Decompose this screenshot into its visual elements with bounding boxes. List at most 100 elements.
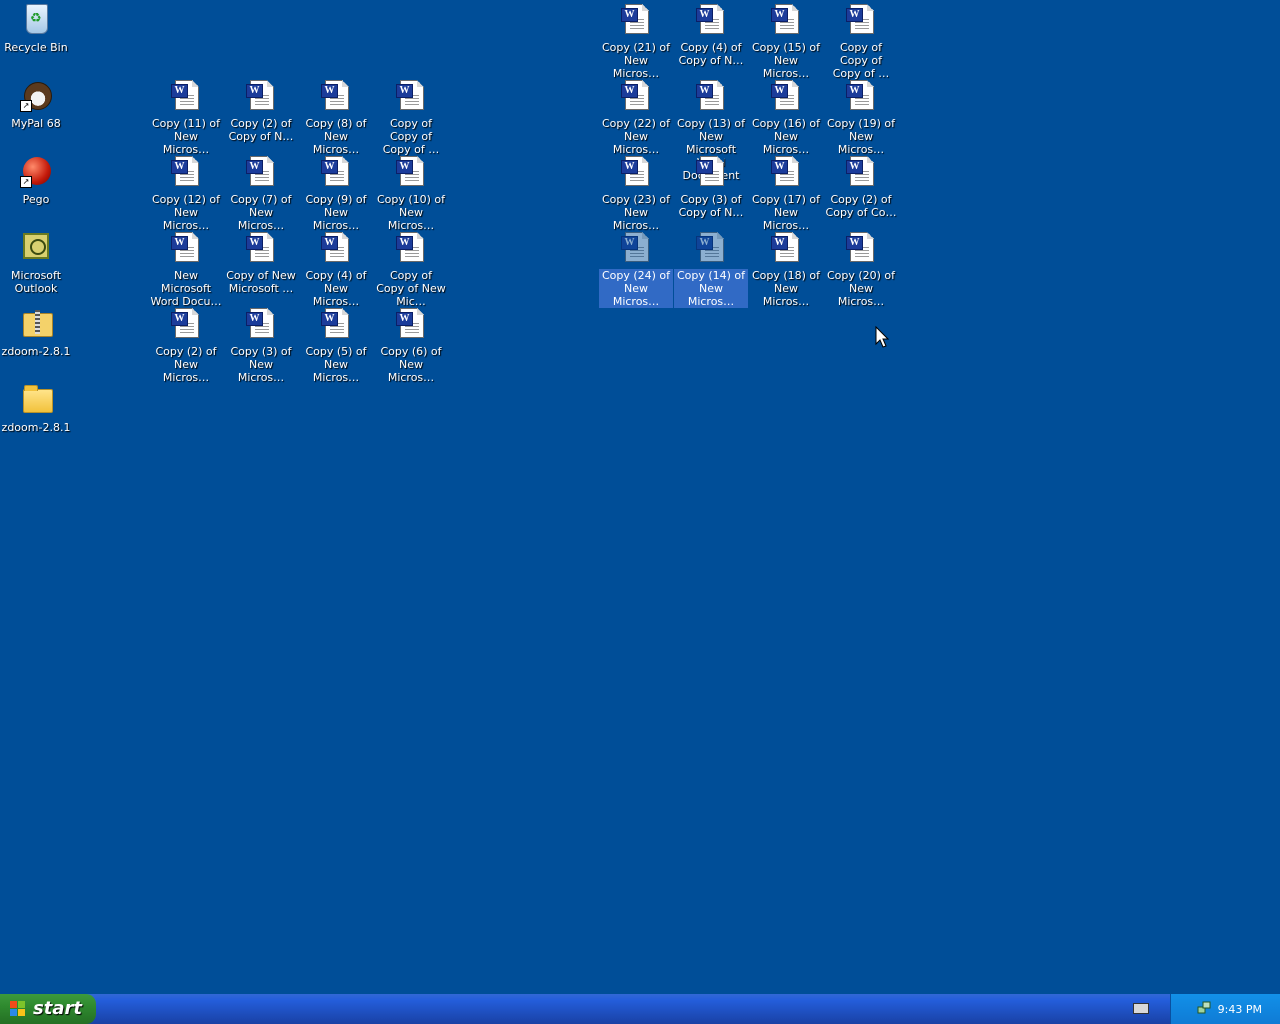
desktop-icon-pego[interactable]: ↗ Pego — [0, 154, 73, 206]
icon-label: Copy (24) of New Micros… — [599, 269, 673, 308]
word-doc-item[interactable]: W Copy (14) of New Micros… — [674, 230, 748, 308]
icon-label: Copy (11) of New Micros… — [151, 117, 221, 156]
word-doc-item[interactable]: W Copy (23) of New Micros… — [599, 154, 673, 232]
word-doc-item[interactable]: W Copy (15) of New Micros… — [749, 2, 823, 80]
icon-label: zdoom-2.8.1 — [1, 421, 71, 434]
word-doc-item[interactable]: W Copy (9) of New Micros… — [299, 154, 373, 232]
clock[interactable]: 9:43 PM — [1218, 1003, 1262, 1016]
word-document-icon: W — [770, 232, 802, 264]
word-document-icon: W — [320, 156, 352, 188]
word-document-icon: W — [170, 80, 202, 112]
word-doc-item[interactable]: W Copy (24) of New Micros… — [599, 230, 673, 308]
icon-label: Copy of New Microsoft … — [226, 269, 296, 295]
taskbar: start 9:43 PM — [0, 994, 1280, 1024]
icon-label: Copy (9) of New Micros… — [305, 193, 367, 232]
icon-label: Copy (6) of New Micros… — [380, 345, 442, 384]
recycle-bin-icon — [20, 4, 52, 36]
windows-flag-icon — [10, 1001, 26, 1017]
icon-label: Copy (5) of New Micros… — [305, 345, 367, 384]
word-doc-item[interactable]: W Copy (4) of Copy of N… — [674, 2, 748, 67]
word-document-icon: W — [620, 232, 652, 264]
word-document-icon: W — [620, 4, 652, 36]
word-doc-item[interactable]: W Copy (11) of New Micros… — [149, 78, 223, 156]
word-document-icon: W — [245, 232, 277, 264]
word-doc-item[interactable]: W Copy (3) of New Micros… — [224, 306, 298, 384]
icon-label: Copy (17) of New Micros… — [751, 193, 821, 232]
word-document-icon: W — [695, 232, 727, 264]
start-button[interactable]: start — [0, 994, 96, 1024]
word-doc-item[interactable]: W Copy (6) of New Micros… — [374, 306, 448, 384]
desktop-icon-recycle-bin[interactable]: Recycle Bin — [0, 2, 73, 54]
word-document-icon: W — [620, 80, 652, 112]
word-document-icon: W — [320, 308, 352, 340]
word-doc-item[interactable]: W Copy (19) of New Micros… — [824, 78, 898, 156]
word-document-icon: W — [245, 156, 277, 188]
word-document-icon: W — [770, 80, 802, 112]
word-doc-item[interactable]: W Copy (20) of New Micros… — [824, 230, 898, 308]
word-document-icon: W — [770, 156, 802, 188]
word-document-icon: W — [395, 232, 427, 264]
desktop-icon-zip-folder[interactable]: zdoom-2.8.1 — [0, 306, 73, 358]
word-doc-item[interactable]: W Copy (21) of New Micros… — [599, 2, 673, 80]
word-doc-item[interactable]: W Copy (2) of Copy of Co… — [824, 154, 898, 219]
word-doc-item[interactable]: W Copy (2) of Copy of N… — [224, 78, 298, 143]
icon-label: MyPal 68 — [11, 117, 61, 130]
word-doc-item[interactable]: W Copy (8) of New Micros… — [299, 78, 373, 156]
icon-label: Copy of Copy of New Mic… — [376, 269, 446, 308]
icon-label: Pego — [22, 193, 50, 206]
word-document-icon: W — [170, 232, 202, 264]
icon-label: Copy (2) of New Micros… — [155, 345, 217, 384]
word-doc-item[interactable]: W Copy of Copy of Copy of … — [824, 2, 898, 80]
icon-label: Copy (4) of Copy of N… — [678, 41, 744, 67]
word-doc-item[interactable]: W Copy (4) of New Micros… — [299, 230, 373, 308]
icon-label: Copy (23) of New Micros… — [601, 193, 671, 232]
icon-label: Copy (21) of New Micros… — [601, 41, 671, 80]
word-doc-item[interactable]: W Copy (5) of New Micros… — [299, 306, 373, 384]
icon-label: Copy (2) of Copy of Co… — [825, 193, 897, 219]
word-doc-item[interactable]: W Copy (3) of Copy of N… — [674, 154, 748, 219]
word-document-icon: W — [695, 80, 727, 112]
pego-icon: ↗ — [20, 156, 52, 188]
word-doc-item[interactable]: W Copy of Copy of New Mic… — [374, 230, 448, 308]
word-doc-item[interactable]: W Copy (17) of New Micros… — [749, 154, 823, 232]
mypal-icon: ↗ — [20, 80, 52, 112]
icon-label: Copy (7) of New Micros… — [230, 193, 292, 232]
keyboard-icon[interactable] — [1133, 1003, 1149, 1014]
icon-label: Recycle Bin — [4, 41, 68, 54]
icon-label: New Microsoft Word Docu… — [150, 269, 222, 308]
word-document-icon: W — [620, 156, 652, 188]
mouse-cursor-icon — [875, 325, 890, 348]
network-icon[interactable] — [1197, 1001, 1211, 1015]
word-document-icon: W — [320, 232, 352, 264]
word-doc-item[interactable]: W New Microsoft Word Docu… — [149, 230, 223, 308]
desktop-icon-folder[interactable]: zdoom-2.8.1 — [0, 382, 73, 434]
outlook-icon — [20, 232, 52, 264]
word-doc-item[interactable]: W Copy (16) of New Micros… — [749, 78, 823, 156]
icon-label: Copy of Copy of Copy of … — [832, 41, 890, 80]
word-document-icon: W — [245, 80, 277, 112]
icon-label: Copy (16) of New Micros… — [751, 117, 821, 156]
folder-icon — [20, 384, 53, 416]
word-document-icon: W — [695, 4, 727, 36]
desktop-icon-mypal[interactable]: ↗ MyPal 68 — [0, 78, 73, 130]
word-doc-item[interactable]: W Copy (22) of New Micros… — [599, 78, 673, 156]
word-doc-item[interactable]: W Copy (7) of New Micros… — [224, 154, 298, 232]
word-doc-item[interactable]: W Copy (18) of New Micros… — [749, 230, 823, 308]
word-document-icon: W — [845, 156, 877, 188]
icon-label: Copy (14) of New Micros… — [674, 269, 748, 308]
icon-label: Copy (10) of New Micros… — [376, 193, 446, 232]
word-doc-item[interactable]: W Copy (2) of New Micros… — [149, 306, 223, 384]
word-doc-item[interactable]: W Copy (10) of New Micros… — [374, 154, 448, 232]
icon-label: Copy (4) of New Micros… — [305, 269, 367, 308]
word-doc-item[interactable]: W Copy of Copy of Copy of … — [374, 78, 448, 156]
word-document-icon: W — [395, 156, 427, 188]
word-document-icon: W — [170, 156, 202, 188]
word-doc-item[interactable]: W Copy of New Microsoft … — [224, 230, 298, 295]
word-doc-item[interactable]: W Copy (12) of New Micros… — [149, 154, 223, 232]
word-document-icon: W — [845, 80, 877, 112]
icon-label: Microsoft Outlook — [10, 269, 62, 295]
icon-label: Copy (15) of New Micros… — [751, 41, 821, 80]
icon-label: Copy (20) of New Micros… — [826, 269, 896, 308]
desktop-icon-outlook[interactable]: Microsoft Outlook — [0, 230, 73, 295]
icon-label: Copy (3) of New Micros… — [230, 345, 292, 384]
